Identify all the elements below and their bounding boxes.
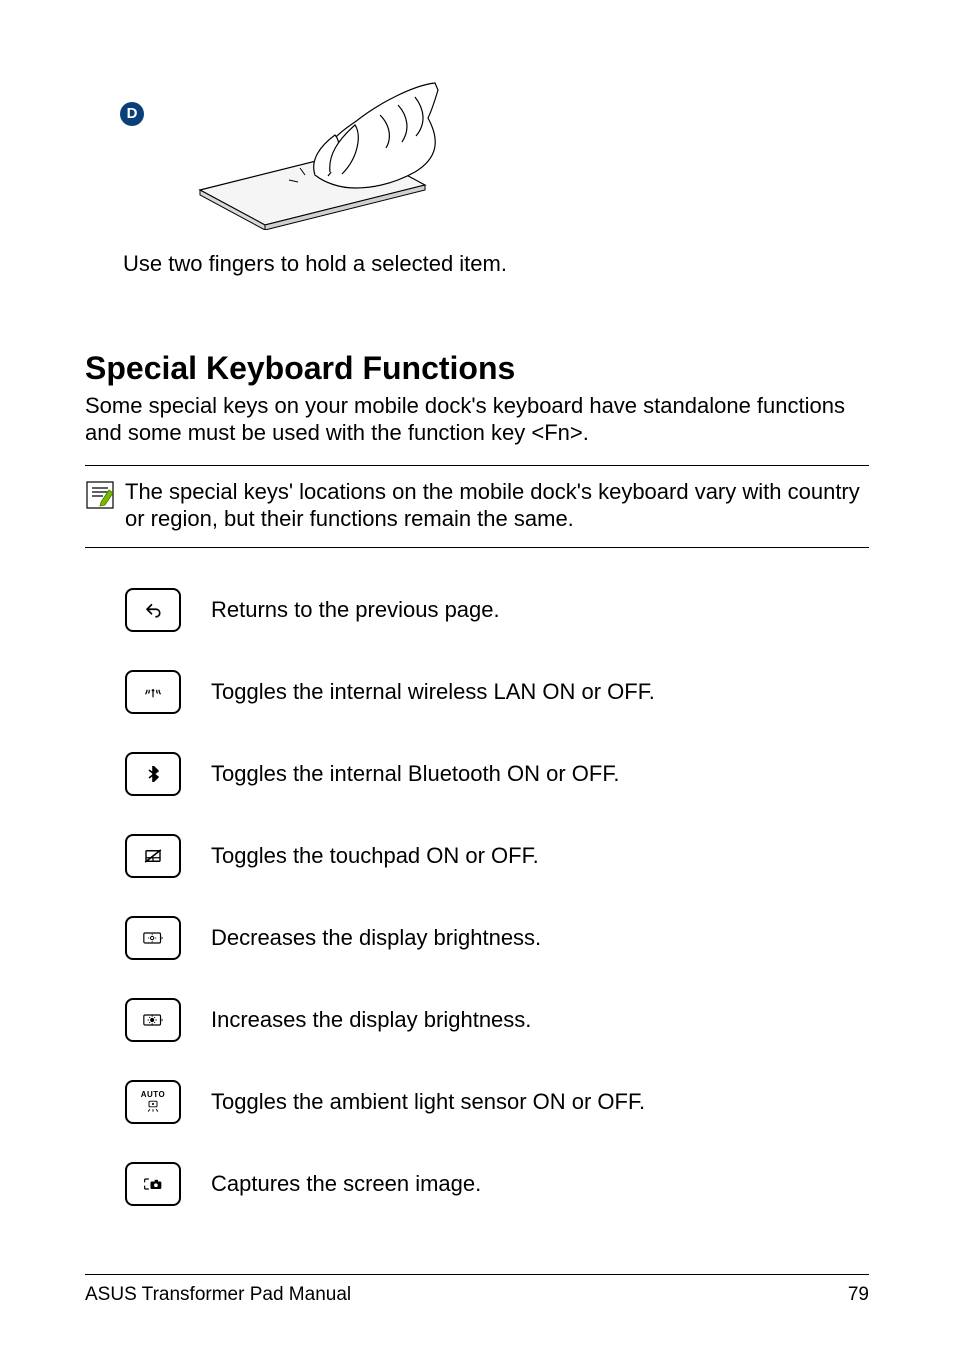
back-arrow-icon — [144, 601, 162, 619]
note-icon — [85, 480, 115, 510]
callout-letter-text: D — [127, 105, 138, 124]
key-description: Returns to the previous page. — [211, 596, 869, 624]
callout-letter-d: D — [120, 102, 144, 126]
key-description: Toggles the internal Bluetooth ON or OFF… — [211, 760, 869, 788]
auto-light-icon — [145, 1100, 161, 1112]
key-description: Increases the display brightness. — [211, 1006, 869, 1034]
brightness-up-icon — [143, 1013, 163, 1027]
footer-page-number: 79 — [848, 1283, 869, 1307]
touchpad-two-finger-hold-figure — [180, 80, 440, 230]
keycap-brightness-up — [125, 998, 181, 1042]
auto-label: AUTO — [141, 1091, 166, 1099]
manual-page: D — [0, 0, 954, 1357]
key-row: Toggles the internal Bluetooth ON or OFF… — [125, 752, 869, 796]
section-title: Special Keyboard Functions — [85, 348, 869, 388]
note-block: The special keys' locations on the mobil… — [85, 465, 869, 548]
keycap-touchpad — [125, 834, 181, 878]
page-footer: ASUS Transformer Pad Manual 79 — [85, 1274, 869, 1307]
keycap-screenshot — [125, 1162, 181, 1206]
footer-title: ASUS Transformer Pad Manual — [85, 1283, 351, 1307]
key-row: Toggles the touchpad ON or OFF. — [125, 834, 869, 878]
screenshot-icon — [143, 1177, 163, 1191]
touchpad-off-icon — [144, 849, 162, 863]
key-description: Toggles the internal wireless LAN ON or … — [211, 678, 869, 706]
key-row: Captures the screen image. — [125, 1162, 869, 1206]
bluetooth-icon — [147, 766, 159, 782]
key-row: Increases the display brightness. — [125, 998, 869, 1042]
key-description: Decreases the display brightness. — [211, 924, 869, 952]
key-description: Toggles the touchpad ON or OFF. — [211, 842, 869, 870]
keycap-bluetooth — [125, 752, 181, 796]
key-description: Captures the screen image. — [211, 1170, 869, 1198]
intro-paragraph: Some special keys on your mobile dock's … — [85, 392, 869, 447]
keycap-back — [125, 588, 181, 632]
keycap-wifi — [125, 670, 181, 714]
key-row: Decreases the display brightness. — [125, 916, 869, 960]
key-row: AUTO Toggles the ambient light sensor ON… — [125, 1080, 869, 1124]
touchpad-gesture-illustration — [180, 80, 440, 230]
note-text: The special keys' locations on the mobil… — [121, 478, 869, 533]
touchpad-caption: Use two fingers to hold a selected item. — [123, 250, 869, 278]
key-functions-table: Returns to the previous page. Toggles th… — [125, 588, 869, 1206]
keycap-brightness-down — [125, 916, 181, 960]
key-row: Toggles the internal wireless LAN ON or … — [125, 670, 869, 714]
key-row: Returns to the previous page. — [125, 588, 869, 632]
brightness-down-icon — [143, 931, 163, 945]
key-description: Toggles the ambient light sensor ON or O… — [211, 1088, 869, 1116]
wifi-icon — [144, 685, 162, 699]
keycap-auto-light: AUTO — [125, 1080, 181, 1124]
